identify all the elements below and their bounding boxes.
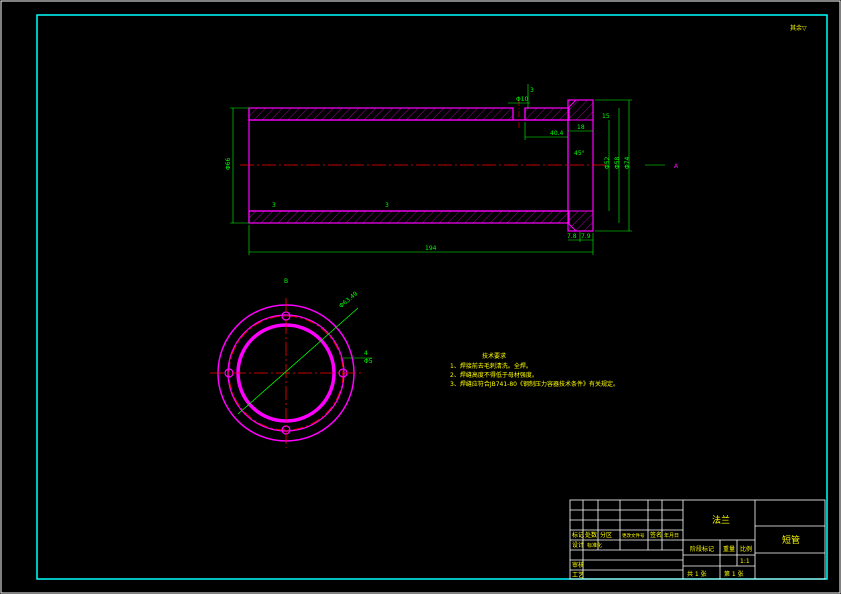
tb-sheets-total: 共 1 张 — [687, 570, 707, 578]
technical-notes: 技术要求 1、焊接前去毛刺清洗。全焊。 2、焊缝高度不得低于母材强度。 3、焊缝… — [450, 352, 619, 388]
top-wall-section-right — [524, 107, 570, 121]
circle-label-b: B — [284, 278, 288, 285]
dim-40-4: 40.4 — [550, 130, 564, 137]
drawing-frame — [36, 14, 828, 580]
dim-phi63-49: Φ63.49 — [338, 290, 359, 310]
tb-change-doc: 更改文件号 — [622, 532, 645, 539]
tb-signature: 签名 — [650, 531, 662, 539]
note-3: 3、焊缝应符合JB741-80《钢制压力容器技术条件》有关规定。 — [450, 380, 619, 388]
tb-stage: 阶段标记 — [690, 545, 714, 553]
note-1: 1、焊接前去毛刺清洗。全焊。 — [450, 362, 532, 370]
note-2: 2、焊缝高度不得低于母材强度。 — [450, 371, 538, 379]
top-wall-section — [248, 107, 514, 121]
tb-count: 处数 — [585, 531, 597, 539]
dim-phi52: Φ52 — [604, 156, 611, 169]
section-label: A — [674, 163, 679, 170]
tb-zone: 分区 — [600, 531, 612, 539]
tb-audit: 审核 — [572, 561, 584, 569]
side-view: Φ63.49 B 4 Φ5 — [210, 278, 373, 448]
dim-phi74: Φ74 — [624, 156, 631, 169]
tb-date: 年月日 — [664, 532, 679, 539]
weld-symbol-b: 3 — [385, 202, 389, 209]
tb-weight: 重量 — [723, 545, 735, 553]
dim-7-8: 7.8 — [567, 233, 577, 240]
tb-scale-value: 1:1 — [740, 558, 750, 565]
tb-scale-label: 比例 — [740, 545, 752, 553]
front-view: 194 Φ66 Φ52 Φ58 Φ74 40.4 18 15 Φ10 3 45°… — [225, 84, 679, 255]
tb-process: 工艺 — [572, 571, 584, 579]
drawing-canvas: 其余▽ 194 Φ66 Φ52 Φ58 Φ74 40.4 18 15 Φ10 3… — [0, 0, 841, 594]
roughness-symbol: 其余▽ — [790, 24, 807, 32]
dim-15: 15 — [602, 113, 610, 120]
drawing-name: 短管 — [782, 534, 800, 546]
tb-standardize: 标准化 — [587, 542, 602, 549]
dim-phi58: Φ58 — [614, 156, 621, 169]
dim-7-9: 7.9 — [581, 233, 591, 240]
outer-border — [0, 0, 841, 594]
dim-18: 18 — [577, 124, 585, 131]
part-name: 法兰 — [712, 514, 730, 526]
side-dim-phi5: Φ5 — [364, 358, 373, 365]
tb-mark: 标记 — [572, 531, 584, 539]
cad-drawing: 其余▽ 194 Φ66 Φ52 Φ58 Φ74 40.4 18 15 Φ10 3… — [0, 0, 841, 594]
dim-chamfer: 45° — [574, 150, 585, 157]
tb-sheet-no: 第 1 张 — [724, 570, 744, 578]
dim-phi10: Φ10 — [516, 96, 529, 103]
side-dim-4: 4 — [364, 350, 368, 357]
dim-194: 194 — [425, 245, 437, 252]
tb-designer: 设计 — [572, 541, 584, 549]
notes-title: 技术要求 — [482, 352, 506, 360]
dim-phi66: Φ66 — [225, 157, 232, 170]
bottom-wall-section — [248, 210, 570, 224]
weld-symbol-a: 3 — [272, 202, 276, 209]
dim-small-3: 3 — [530, 87, 534, 94]
